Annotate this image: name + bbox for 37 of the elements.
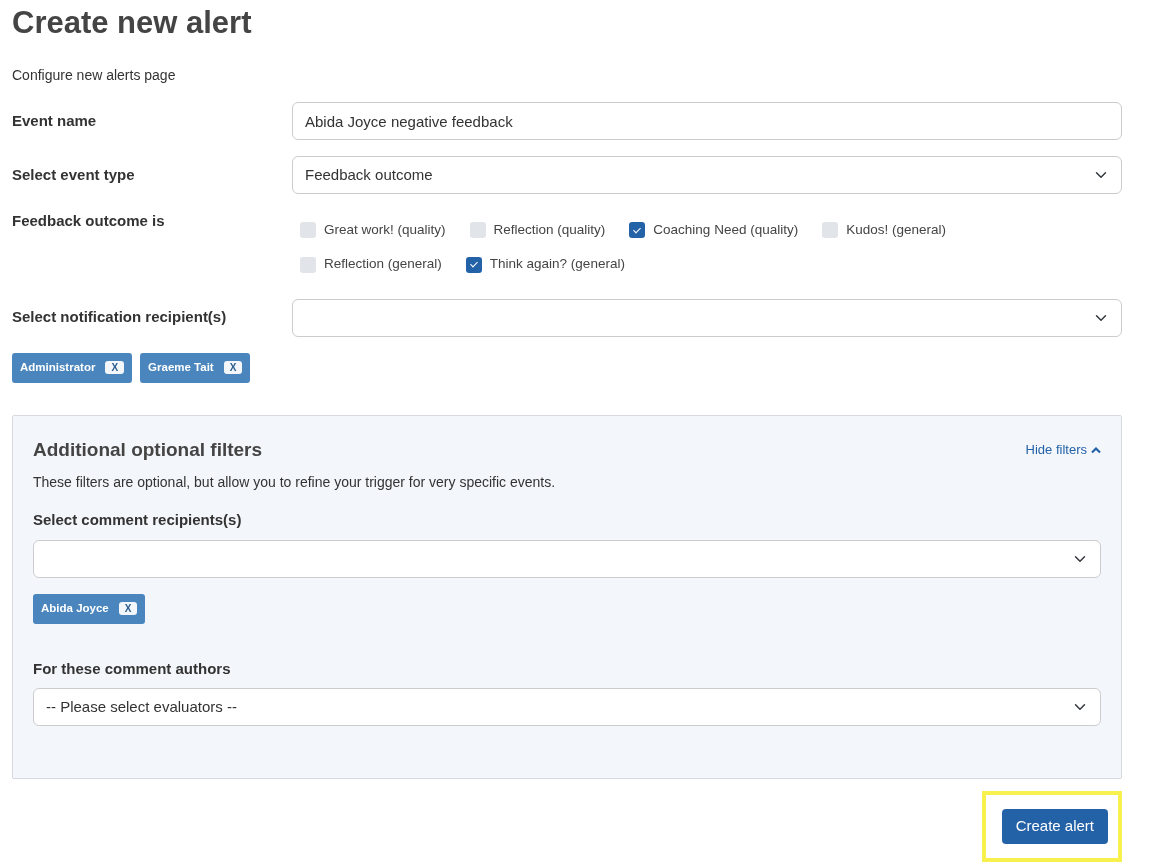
- field-label: Select notification recipient(s): [12, 307, 228, 328]
- create-alert-button[interactable]: Create alert: [1001, 809, 1108, 844]
- tag-label: Graeme Tait: [148, 360, 214, 376]
- checkbox[interactable]: [300, 256, 316, 273]
- page-subtitle: Configure new alerts page: [12, 66, 177, 86]
- checkbox[interactable]: [300, 222, 316, 239]
- comment-recipient-select[interactable]: [33, 539, 1101, 578]
- checkbox-label: Think again? (general): [489, 255, 625, 274]
- checkbox[interactable]: [629, 222, 646, 239]
- toggle-link[interactable]: Hide filters: [1025, 440, 1101, 460]
- remove-button[interactable]: X: [105, 361, 125, 375]
- field-label: Feedback outcome is: [12, 211, 166, 232]
- checkbox-label: Kudos! (general): [846, 221, 946, 240]
- field-label: For these comment authors: [33, 658, 232, 679]
- field-label: Select comment recipients(s): [33, 510, 243, 531]
- page-title: Create new alert: [12, 4, 253, 42]
- evaluator-select[interactable]: -- Please select evaluators --: [33, 688, 1101, 727]
- toggle-text: Hide filters: [1025, 441, 1087, 460]
- checkbox[interactable]: [469, 222, 486, 239]
- tag-label: Abida Joyce: [41, 601, 109, 617]
- remove-button[interactable]: X: [118, 602, 138, 616]
- checkbox-label: Coaching Need (quality): [653, 221, 799, 240]
- panel-description: These filters are optional, but allow you to refine your trigger for very specific events.: [33, 473, 557, 493]
- checkbox-label: Reflection (quality): [493, 221, 606, 240]
- event-type-select[interactable]: Feedback outcome: [292, 156, 1122, 195]
- checkbox[interactable]: [465, 256, 482, 273]
- checkbox-label: Reflection (general): [324, 255, 442, 274]
- checkbox-label: Great work! (quality): [324, 221, 446, 240]
- field-label: Select event type: [12, 164, 136, 185]
- checkbox[interactable]: [822, 222, 839, 239]
- panel-title: Additional optional filters: [33, 437, 263, 462]
- tag-label: Administrator: [20, 360, 96, 376]
- text-input[interactable]: Abida Joyce negative feedback: [292, 102, 1122, 141]
- remove-button[interactable]: X: [223, 361, 243, 375]
- recipient-select[interactable]: [292, 298, 1122, 337]
- caret-icon: [1091, 445, 1101, 454]
- field-label: Event name: [12, 110, 98, 131]
